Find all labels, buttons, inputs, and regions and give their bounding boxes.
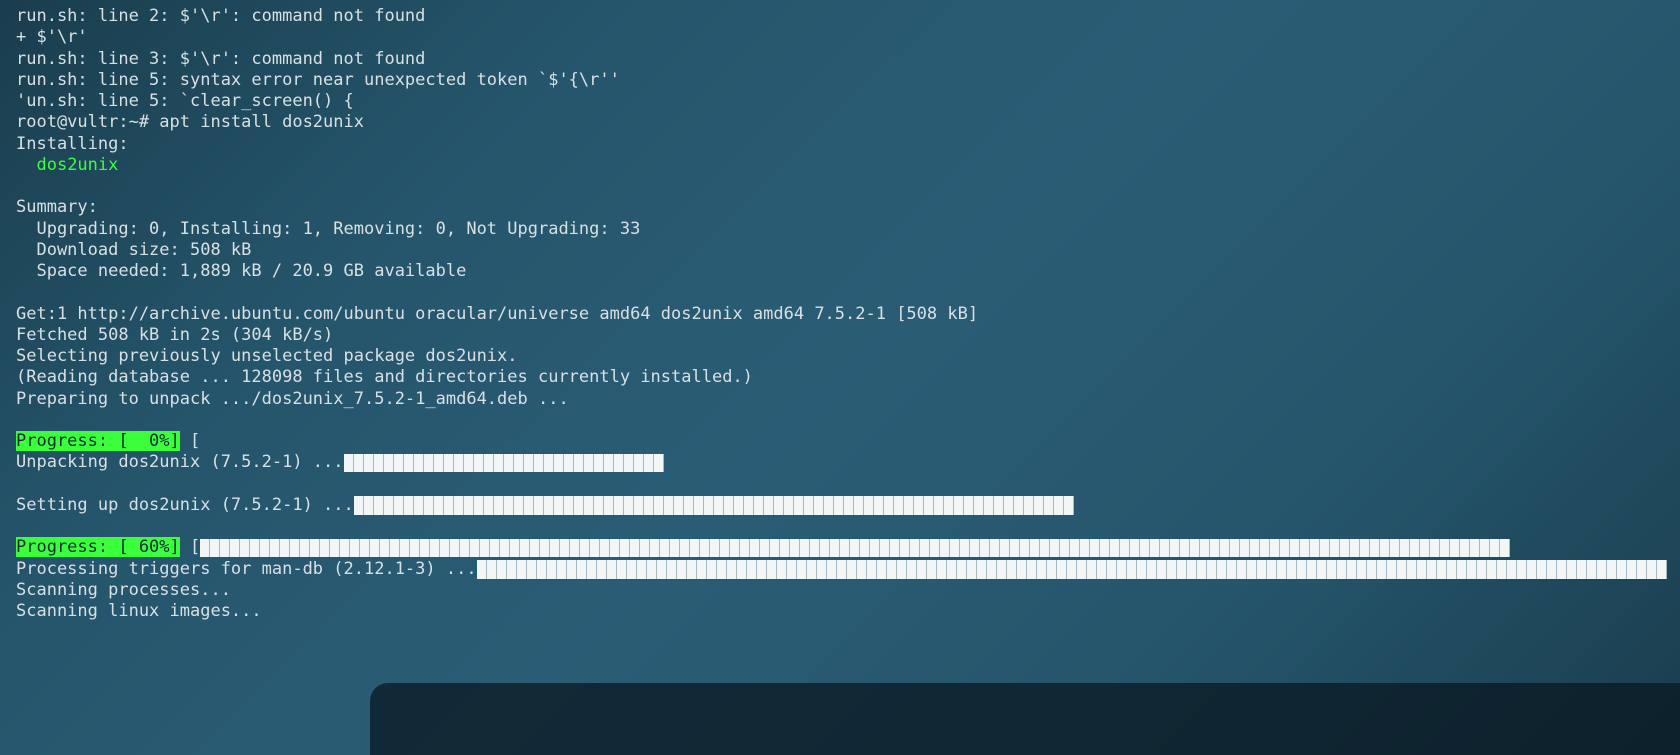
terminal-text: run.sh: line 3: $'\r': command not found	[16, 49, 425, 69]
terminal-line	[16, 474, 1664, 495]
terminal-line: Progress: [ 0%] [	[16, 431, 1664, 452]
terminal-text: run.sh: line 5: syntax error near unexpe…	[16, 70, 620, 90]
terminal-text: Space needed: 1,889 kB / 20.9 GB availab…	[16, 261, 466, 281]
terminal-text: + $'\r'	[16, 27, 88, 47]
terminal-text: (Reading database ... 128098 files and d…	[16, 367, 753, 387]
terminal-text: Fetched 508 kB in 2s (304 kB/s)	[16, 325, 333, 345]
terminal-line: Summary:	[16, 197, 1664, 218]
terminal-text: Processing triggers for man-db (2.12.1-3…	[16, 559, 477, 579]
terminal-line: run.sh: line 2: $'\r': command not found	[16, 6, 1664, 27]
progress-bar-fill	[200, 539, 1510, 558]
terminal-line: (Reading database ... 128098 files and d…	[16, 367, 1664, 388]
terminal-line: Get:1 http://archive.ubuntu.com/ubuntu o…	[16, 304, 1664, 325]
terminal-line: Setting up dos2unix (7.5.2-1) ...	[16, 495, 1664, 516]
terminal-text: Installing:	[16, 134, 129, 154]
taskbar[interactable]	[370, 683, 1680, 755]
terminal-line: Processing triggers for man-db (2.12.1-3…	[16, 559, 1664, 580]
terminal-text: Upgrading: 0, Installing: 1, Removing: 0…	[16, 219, 640, 239]
terminal-text: Download size: 508 kB	[16, 240, 251, 260]
terminal-output[interactable]: run.sh: line 2: $'\r': command not found…	[16, 6, 1664, 622]
progress-bar-fill	[344, 454, 664, 473]
terminal-text: root@vultr:~# apt install dos2unix	[16, 112, 364, 132]
terminal-line: Download size: 508 kB	[16, 240, 1664, 261]
terminal-text: Selecting previously unselected package …	[16, 346, 518, 366]
terminal-line: Unpacking dos2unix (7.5.2-1) ...	[16, 452, 1664, 473]
progress-label: Progress: [ 60%]	[16, 537, 180, 557]
terminal-text: [	[180, 431, 200, 451]
terminal-line: + $'\r'	[16, 27, 1664, 48]
terminal-text: run.sh: line 2: $'\r': command not found	[16, 6, 425, 26]
terminal-line: dos2unix	[16, 155, 1664, 176]
terminal-line: run.sh: line 5: syntax error near unexpe…	[16, 70, 1664, 91]
terminal-line	[16, 516, 1664, 537]
terminal-line: Fetched 508 kB in 2s (304 kB/s)	[16, 325, 1664, 346]
terminal-line: Preparing to unpack .../dos2unix_7.5.2-1…	[16, 389, 1664, 410]
progress-bar-fill	[477, 560, 1667, 579]
terminal-text: Scanning linux images...	[16, 601, 262, 621]
terminal-text: Setting up dos2unix (7.5.2-1) ...	[16, 495, 354, 515]
terminal-line: run.sh: line 3: $'\r': command not found	[16, 49, 1664, 70]
terminal-line	[16, 282, 1664, 303]
progress-bar-fill	[354, 496, 1074, 515]
terminal-line: Scanning linux images...	[16, 601, 1664, 622]
terminal-text: Unpacking dos2unix (7.5.2-1) ...	[16, 452, 344, 472]
terminal-line: Selecting previously unselected package …	[16, 346, 1664, 367]
terminal-line: Space needed: 1,889 kB / 20.9 GB availab…	[16, 261, 1664, 282]
terminal-line: 'un.sh: line 5: `clear_screen() {	[16, 91, 1664, 112]
terminal-text: Preparing to unpack .../dos2unix_7.5.2-1…	[16, 389, 569, 409]
terminal-line: Installing:	[16, 134, 1664, 155]
terminal-text: 'un.sh: line 5: `clear_screen() {	[16, 91, 354, 111]
terminal-text: Summary:	[16, 197, 98, 217]
terminal-text: Scanning processes...	[16, 580, 231, 600]
terminal-line	[16, 176, 1664, 197]
terminal-line: root@vultr:~# apt install dos2unix	[16, 112, 1664, 133]
package-name: dos2unix	[36, 155, 118, 175]
progress-label: Progress: [ 0%]	[16, 431, 180, 451]
terminal-text: [	[180, 537, 200, 557]
terminal-text	[16, 155, 36, 175]
terminal-line: Upgrading: 0, Installing: 1, Removing: 0…	[16, 219, 1664, 240]
terminal-line	[16, 410, 1664, 431]
terminal-line: Progress: [ 60%] [	[16, 537, 1664, 558]
terminal-line: Scanning processes...	[16, 580, 1664, 601]
terminal-text: Get:1 http://archive.ubuntu.com/ubuntu o…	[16, 304, 978, 324]
